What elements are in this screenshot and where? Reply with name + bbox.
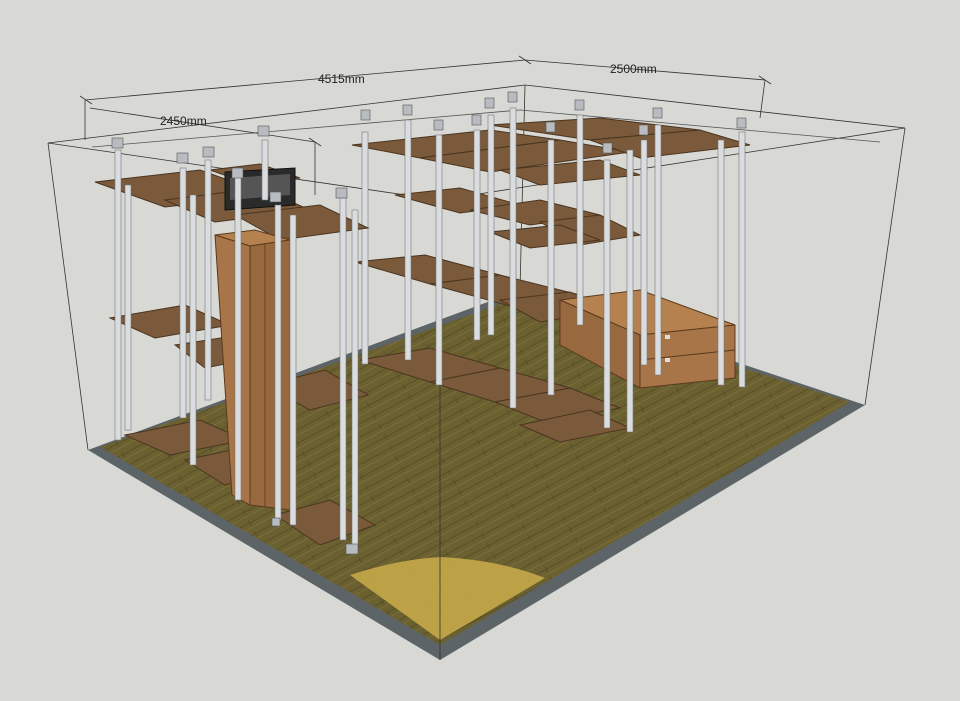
wardrobe-3d-scene — [47, 55, 906, 660]
dimension-total-width: 4515mm — [318, 72, 365, 86]
dimension-right-depth: 2500mm — [610, 62, 657, 76]
dimension-left-depth: 2450mm — [160, 114, 207, 128]
